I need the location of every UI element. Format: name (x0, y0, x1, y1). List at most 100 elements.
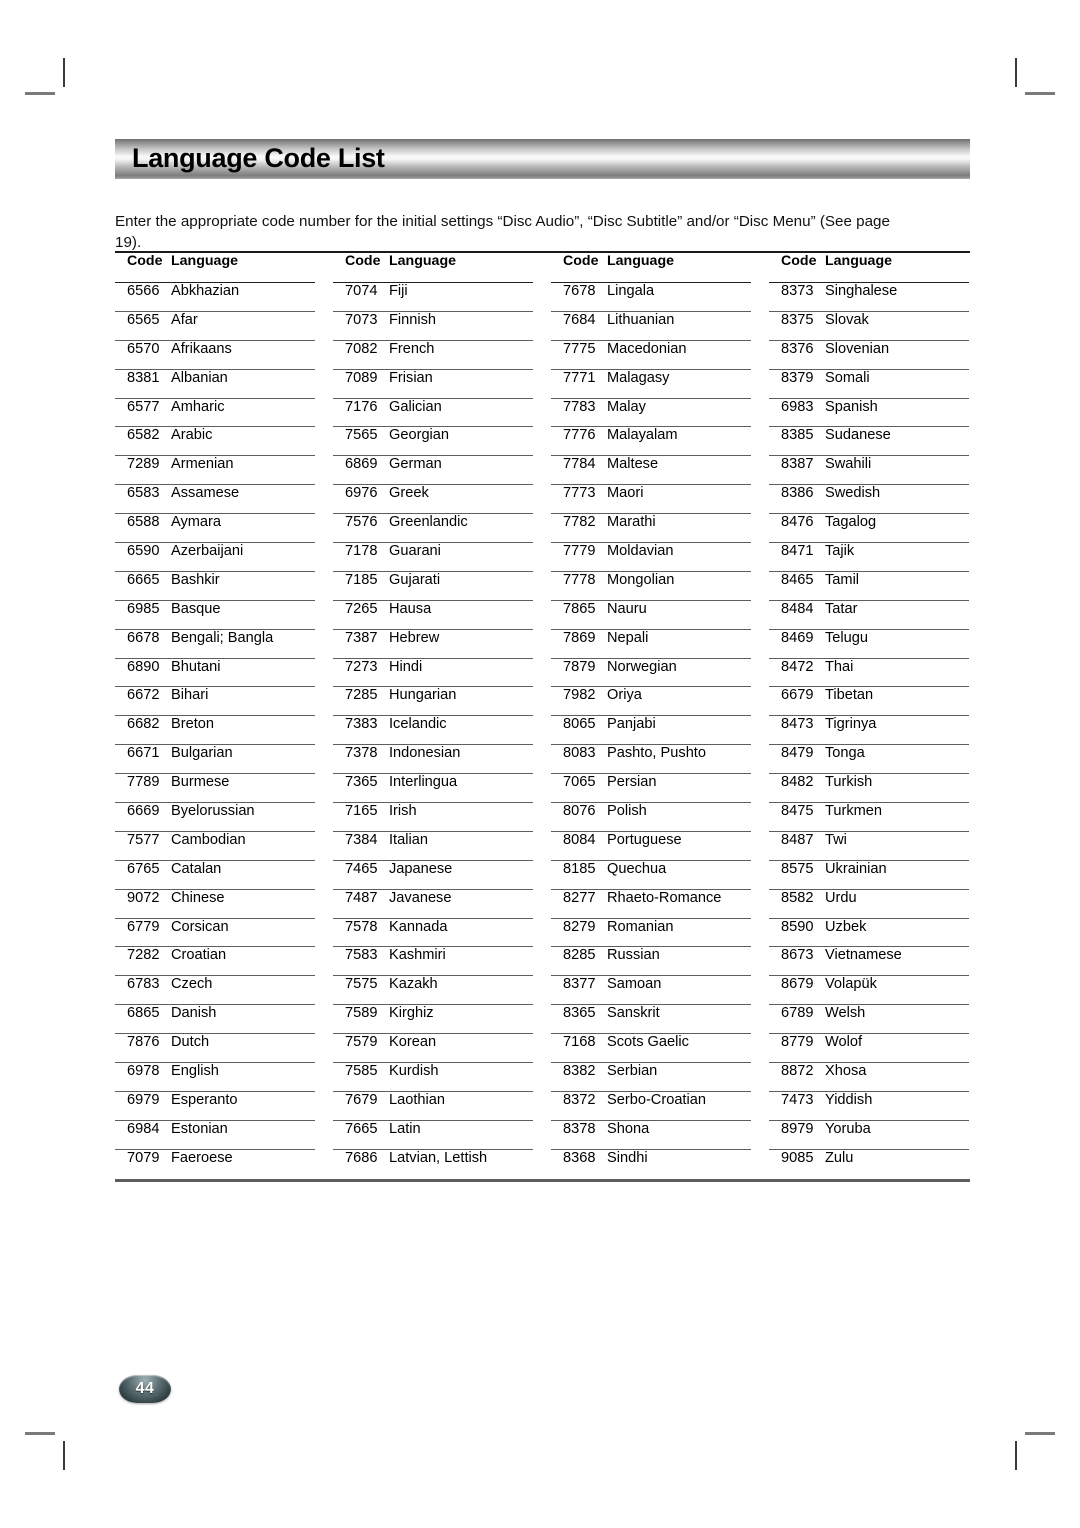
language-code-cell: 6590 (127, 543, 160, 560)
table-row: 6890 Bhutani (115, 659, 315, 688)
table-row: 8377 Samoan (551, 976, 751, 1006)
language-name-cell: Czech (171, 976, 213, 993)
language-name-cell: Uzbek (825, 918, 867, 935)
language-name-cell: Greek (389, 485, 429, 502)
table-row: 7575 Kazakh (333, 976, 533, 1006)
table-row: 8376 Slovenian (769, 341, 969, 370)
language-code-cell: 7265 (345, 600, 378, 617)
language-code-cell: 6671 (127, 745, 160, 762)
table-row: 8279 Romanian (551, 919, 751, 948)
table-row: 8472 Thai (769, 659, 969, 688)
language-code-cell: 7273 (345, 658, 378, 675)
language-name-cell: Quechua (607, 860, 667, 877)
table-row: 6570 Afrikaans (115, 341, 315, 370)
language-code-cell: 6779 (127, 918, 160, 935)
table-row: 7465 Japanese (333, 861, 533, 890)
table-row: 8368 Sindhi (551, 1150, 751, 1179)
language-code-cell: 7583 (345, 947, 378, 964)
language-code-cell: 7176 (345, 398, 378, 415)
table-row: 7074 Fiji (333, 283, 533, 312)
language-name-cell: Sudanese (825, 427, 891, 444)
table-header-row: Code Language (551, 253, 751, 283)
language-name-cell: Shona (607, 1120, 650, 1137)
language-name-cell: Greenlandic (389, 514, 468, 531)
language-code-cell: 7387 (345, 629, 378, 646)
table-row: 7168 Scots Gaelic (551, 1034, 751, 1064)
table-row: 7778 Mongolian (551, 572, 751, 601)
table-row: 6985 Basque (115, 601, 315, 630)
language-name-cell: Galician (389, 398, 442, 415)
language-name-cell: Aymara (171, 514, 222, 531)
language-name-cell: Swahili (825, 456, 872, 473)
language-name-cell: Fiji (389, 283, 408, 299)
crop-mark-top-right-horizontal (1025, 92, 1055, 95)
language-name-cell: Sindhi (607, 1149, 648, 1166)
table-row: 8387 Swahili (769, 456, 969, 486)
language-code-cell: 7779 (563, 543, 596, 560)
language-code-cell: 9072 (127, 889, 160, 906)
language-code-cell: 8065 (563, 716, 596, 733)
language-code-cell: 8385 (781, 427, 814, 444)
language-name-cell: Guarani (389, 543, 441, 560)
language-name-cell: Kirghiz (389, 1005, 434, 1022)
language-name-cell: Kannada (389, 918, 448, 935)
language-code-cell: 7185 (345, 571, 378, 588)
table-row: 8373 Singhalese (769, 283, 969, 312)
language-code-cell: 7384 (345, 831, 378, 848)
language-code-cell: 7378 (345, 745, 378, 762)
language-name-cell: Turkmen (825, 803, 883, 820)
table-row: 7578 Kannada (333, 919, 533, 948)
language-name-cell: Chinese (171, 889, 225, 906)
language-code-cell: 6672 (127, 687, 160, 704)
table-row: 8381 Albanian (115, 370, 315, 399)
language-code-cell: 7579 (345, 1034, 378, 1051)
table-row: 8378 Shona (551, 1121, 751, 1150)
table-row: 7776 Malayalam (551, 427, 751, 457)
column-header-code: Code (563, 253, 599, 269)
language-code-cell: 6682 (127, 716, 160, 733)
language-name-cell: Somali (825, 369, 870, 386)
language-name-cell: Corsican (171, 918, 229, 935)
table-row: 7879 Norwegian (551, 659, 751, 688)
table-row: 7065 Persian (551, 774, 751, 804)
language-name-cell: Hindi (389, 658, 423, 675)
language-code-cell: 7079 (127, 1149, 160, 1166)
language-code-cell: 8872 (781, 1063, 814, 1080)
language-name-cell: Maori (607, 485, 644, 502)
language-name-cell: French (389, 340, 435, 357)
language-code-cell: 8471 (781, 543, 814, 560)
table-row: 7289 Armenian (115, 456, 315, 486)
table-column-3: Code Language 7678 Lingala 7684 Lithuanian 777… (551, 253, 751, 1179)
language-code-cell: 8083 (563, 745, 596, 762)
language-code-cell: 8575 (781, 860, 814, 877)
table-row: 7771 Malagasy (551, 370, 751, 399)
language-name-cell: Kurdish (389, 1063, 439, 1080)
table-row: 8473 Tigrinya (769, 716, 969, 746)
column-header-code: Code (345, 253, 381, 269)
table-row: 7784 Maltese (551, 456, 751, 486)
language-name-cell: Pashto, Pushto (607, 745, 706, 762)
table-row: 7282 Croatian (115, 947, 315, 977)
language-code-cell: 7577 (127, 831, 160, 848)
language-code-cell: 6678 (127, 629, 160, 646)
language-code-cell: 6984 (127, 1120, 160, 1137)
language-code-cell: 8381 (127, 369, 160, 386)
language-code-cell: 6679 (781, 687, 814, 704)
table-row: 7082 French (333, 341, 533, 370)
language-code-cell: 7686 (345, 1149, 378, 1166)
language-name-cell: Maltese (607, 456, 659, 473)
language-code-cell: 8679 (781, 976, 814, 993)
column-header-language: Language (389, 253, 457, 269)
language-code-cell: 7073 (345, 311, 378, 328)
table-row: 7365 Interlingua (333, 774, 533, 804)
language-code-cell: 7869 (563, 629, 596, 646)
language-code-cell: 7576 (345, 514, 378, 531)
table-row: 8479 Tonga (769, 745, 969, 775)
crop-mark-bottom-left-horizontal (25, 1432, 55, 1435)
table-row: 8375 Slovak (769, 312, 969, 341)
table-header-row: Code Language (115, 253, 315, 283)
table-row: 7378 Indonesian (333, 745, 533, 775)
language-code-cell: 6789 (781, 1005, 814, 1022)
language-name-cell: Sanskrit (607, 1005, 660, 1022)
language-name-cell: Basque (171, 600, 221, 617)
